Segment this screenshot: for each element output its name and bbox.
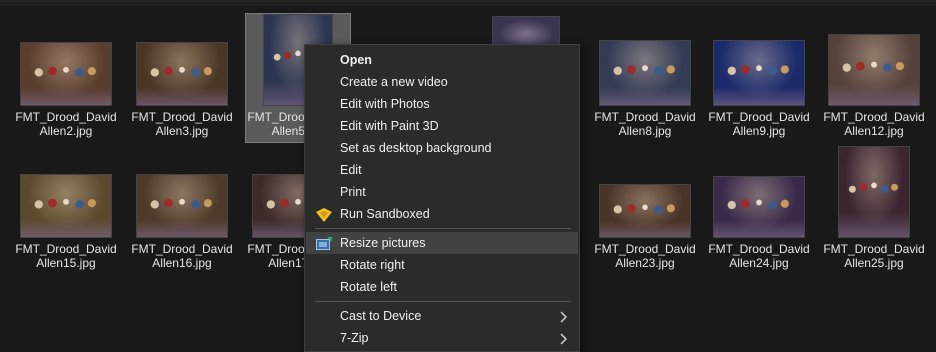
menu-item-label: Create a new video [340,75,448,89]
menu-item-label: Edit [340,163,362,177]
image-thumbnail [838,146,910,238]
menu-item-label: Print [340,185,366,199]
file-item[interactable]: FMT_Drood_DavidAllen12.jpg [822,14,926,142]
menu-item-label: Run Sandboxed [340,207,430,221]
file-item[interactable]: FMT_Drood_DavidAllen8.jpg [593,14,697,142]
menu-open[interactable]: Open [306,49,578,71]
context-menu: Open Create a new video Edit with Photos Ed… [304,44,580,352]
menu-item-label: Resize pictures [340,236,426,250]
image-thumbnail [713,40,805,106]
image-thumbnail [20,174,112,238]
sandbox-icon [316,207,332,222]
resize-pictures-icon [316,236,332,250]
menu-separator [315,228,571,229]
menu-edit-paint3d[interactable]: Edit with Paint 3D [306,115,578,137]
file-item[interactable]: FMT_Drood_DavidAllen2.jpg [14,14,118,142]
image-thumbnail [828,34,920,106]
menu-resize-pictures[interactable]: Resize pictures [306,232,578,254]
submenu-chevron-icon [560,305,568,327]
image-thumbnail [136,42,228,106]
image-thumbnail [136,174,228,238]
file-item[interactable]: FMT_Drood_DavidAllen16.jpg [130,146,234,270]
file-name: FMT_Drood_DavidAllen16.jpg [131,242,233,270]
menu-edit-photos[interactable]: Edit with Photos [306,93,578,115]
submenu-chevron-icon [560,327,568,349]
menu-rotate-right[interactable]: Rotate right [306,254,578,276]
file-name: FMT_Drood_DavidAllen23.jpg [594,242,696,270]
file-name: FMT_Drood_DavidAllen8.jpg [594,110,696,138]
image-thumbnail [713,176,805,238]
menu-run-sandboxed[interactable]: Run Sandboxed [306,203,578,225]
menu-item-label: Edit with Paint 3D [340,119,439,133]
menu-item-label: Cast to Device [340,309,422,323]
file-name: FMT_Drood_DavidAllen9.jpg [708,110,810,138]
window-top-edge [0,0,936,6]
file-item[interactable]: FMT_Drood_DavidAllen25.jpg [822,146,926,270]
menu-print[interactable]: Print [306,181,578,203]
menu-create-video[interactable]: Create a new video [306,71,578,93]
menu-item-label: Rotate left [340,280,397,294]
file-item[interactable]: FMT_Drood_DavidAllen24.jpg [707,146,811,270]
menu-item-label: Open [340,53,372,67]
menu-7zip[interactable]: 7-Zip [306,327,578,349]
file-name: FMT_Drood_DavidAllen3.jpg [131,110,233,138]
image-thumbnail [599,40,691,106]
file-name: FMT_Drood_DavidAllen12.jpg [823,110,925,138]
menu-set-background[interactable]: Set as desktop background [306,137,578,159]
menu-item-label: Edit with Photos [340,97,430,111]
file-name: FMT_Drood_DavidAllen15.jpg [15,242,117,270]
menu-item-label: Set as desktop background [340,141,492,155]
menu-edit[interactable]: Edit [306,159,578,181]
file-item[interactable]: FMT_Drood_DavidAllen15.jpg [14,146,118,270]
file-name: FMT_Drood_DavidAllen25.jpg [823,242,925,270]
image-thumbnail [20,42,112,106]
partially-hidden-thumbnail[interactable] [492,16,560,46]
file-item[interactable]: FMT_Drood_DavidAllen9.jpg [707,14,811,142]
menu-rotate-left[interactable]: Rotate left [306,276,578,298]
file-name: FMT_Drood_DavidAllen2.jpg [15,110,117,138]
menu-separator [315,301,571,302]
menu-item-label: Rotate right [340,258,405,272]
menu-item-label: 7-Zip [340,331,369,345]
file-item[interactable]: FMT_Drood_DavidAllen3.jpg [130,14,234,142]
image-thumbnail [599,184,691,238]
menu-cast-to-device[interactable]: Cast to Device [306,305,578,327]
file-name: FMT_Drood_DavidAllen24.jpg [708,242,810,270]
file-item[interactable]: FMT_Drood_DavidAllen23.jpg [593,146,697,270]
